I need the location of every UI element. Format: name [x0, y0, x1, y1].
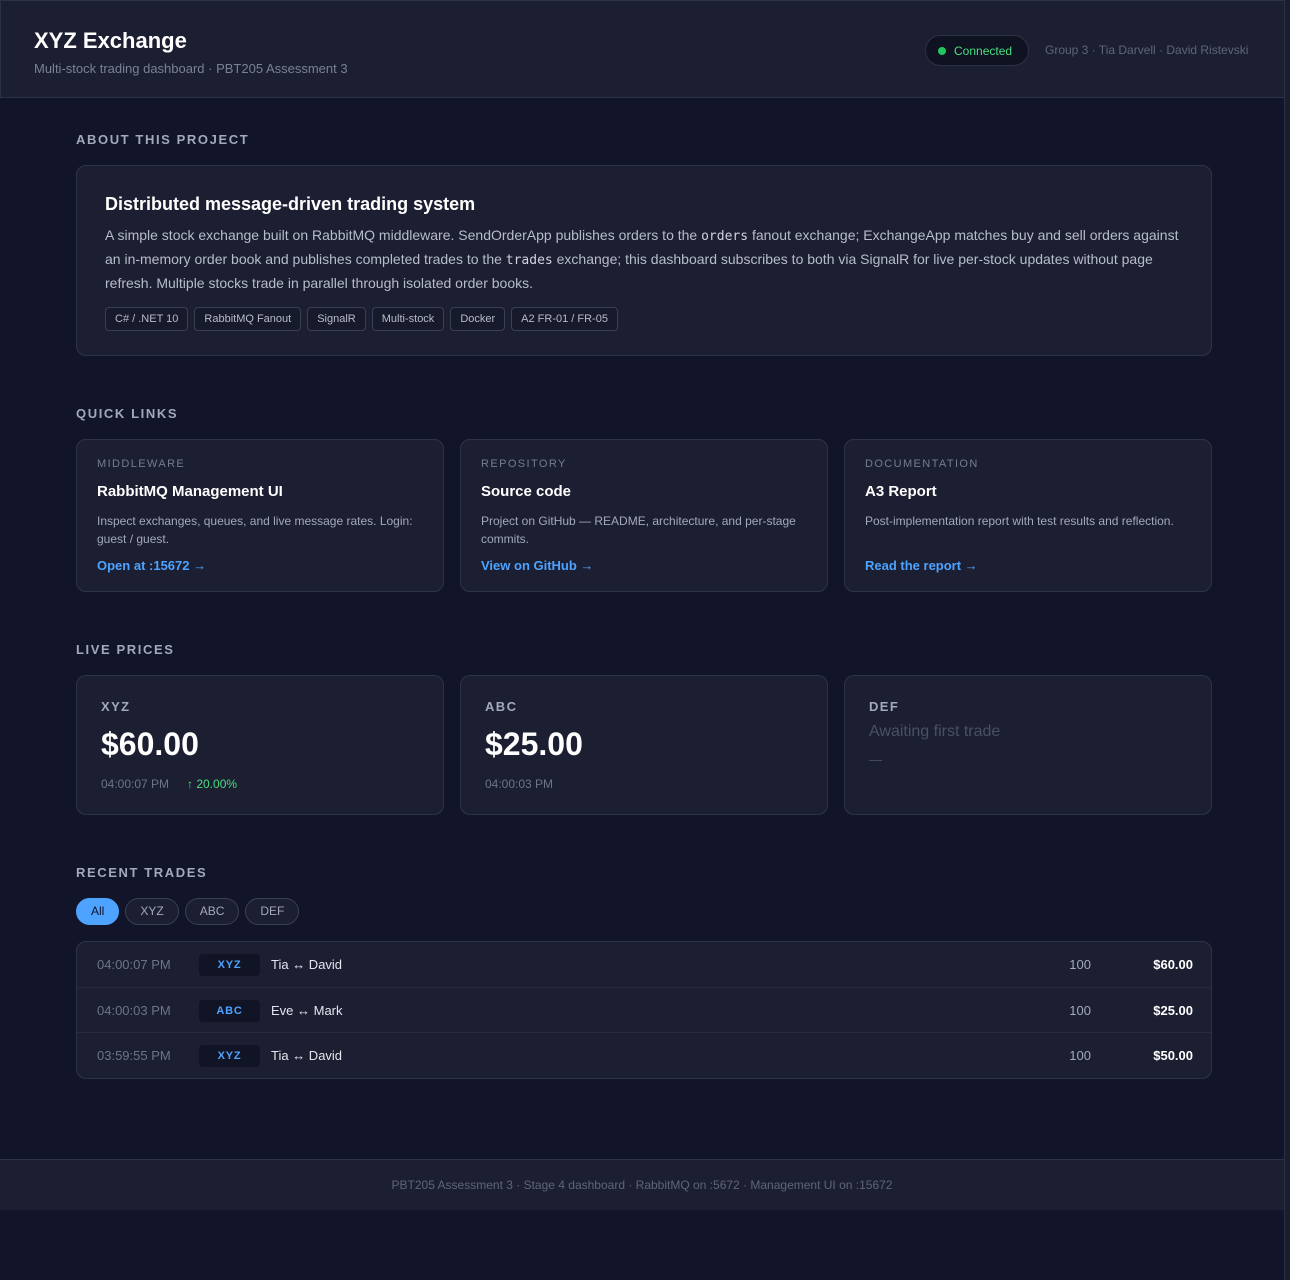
price-placeholder: —: [869, 752, 882, 767]
quick-link-card-report: DOCUMENTATION A3 Report Post-implementat…: [844, 439, 1212, 592]
trade-price: $50.00: [1153, 1048, 1193, 1063]
quick-link-title: A3 Report: [865, 483, 937, 500]
live-prices-section-label: LIVE PRICES: [76, 642, 175, 657]
table-row: 04:00:07 PM XYZ Tia ↔ David 100 $60.00: [77, 942, 1211, 988]
quick-link-kicker: DOCUMENTATION: [865, 458, 979, 470]
group-members: Group 3 · Tia Darvell · David Ristevski: [1045, 43, 1249, 57]
tag: RabbitMQ Fanout: [194, 307, 302, 331]
price-symbol: XYZ: [101, 699, 131, 714]
trade-quantity: 100: [1069, 1048, 1091, 1063]
quick-link-title: RabbitMQ Management UI: [97, 483, 283, 500]
filter-chip-def[interactable]: DEF: [245, 898, 300, 925]
filter-chip-abc[interactable]: ABC: [184, 898, 240, 925]
connection-status-text: Connected: [954, 43, 1013, 58]
price-card-def: DEF Awaiting first trade —: [844, 675, 1212, 815]
table-row: 04:00:03 PM ABC Eve ↔ Mark 100 $25.00: [77, 987, 1211, 1033]
quick-link-kicker: REPOSITORY: [481, 458, 567, 470]
tag: SignalR: [307, 307, 366, 331]
price-timestamp: 04:00:03 PM: [485, 777, 554, 791]
trade-parties: Tia ↔ David: [271, 1048, 343, 1063]
about-title: Distributed message-driven trading syste…: [105, 194, 476, 214]
quick-links-section-label: QUICK LINKS: [76, 406, 179, 421]
open-rabbitmq-link[interactable]: Open at :15672 →: [97, 558, 206, 573]
read-report-link[interactable]: Read the report →: [865, 558, 978, 573]
filter-chip-all[interactable]: All: [76, 898, 120, 925]
trade-quantity: 100: [1069, 957, 1091, 972]
quick-link-description: Project on GitHub — README, architecture…: [481, 514, 796, 546]
price-symbol: ABC: [485, 699, 518, 714]
about-section-label: ABOUT THIS PROJECT: [76, 132, 250, 147]
symbol-badge: ABC: [199, 1000, 260, 1022]
app-subtitle: Multi-stock trading dashboard · PBT205 A…: [34, 61, 348, 76]
code-trades: trades: [505, 253, 553, 268]
price-timestamp: 04:00:07 PM: [101, 777, 170, 791]
trade-time: 03:59:55 PM: [97, 1048, 171, 1063]
tag: C# / .NET 10: [105, 307, 189, 331]
quick-link-title: Source code: [481, 483, 572, 500]
trade-parties: Tia ↔ David: [271, 957, 343, 972]
price-value: $60.00: [101, 726, 199, 762]
view-github-link[interactable]: View on GitHub →: [481, 558, 593, 573]
filter-chip-xyz[interactable]: XYZ: [125, 898, 179, 925]
awaiting-trade-text: Awaiting first trade: [869, 723, 1001, 740]
tag: A2 FR-01 / FR-05: [511, 307, 618, 331]
recent-trades-section-label: RECENT TRADES: [76, 865, 208, 880]
about-description: A simple stock exchange built on RabbitM…: [105, 227, 1179, 291]
trades-table: 04:00:07 PM XYZ Tia ↔ David 100 $60.00 0…: [76, 941, 1212, 1079]
quick-link-card-rabbitmq: MIDDLEWARE RabbitMQ Management UI Inspec…: [76, 439, 444, 592]
quick-link-description: Inspect exchanges, queues, and live mess…: [97, 514, 413, 546]
code-orders: orders: [701, 229, 749, 244]
trade-quantity: 100: [1069, 1003, 1091, 1018]
app-title: XYZ Exchange: [34, 28, 187, 53]
trade-price: $60.00: [1153, 957, 1193, 972]
app-header: XYZ Exchange Multi-stock trading dashboa…: [0, 0, 1284, 98]
symbol-badge: XYZ: [199, 1045, 260, 1067]
table-row: 03:59:55 PM XYZ Tia ↔ David 100 $50.00: [77, 1032, 1211, 1078]
trade-time: 04:00:07 PM: [97, 957, 171, 972]
price-value: $25.00: [485, 726, 583, 762]
tag: Docker: [450, 307, 506, 331]
trade-price: $25.00: [1153, 1003, 1193, 1018]
price-card-xyz: XYZ $60.00 04:00:07 PM ↑ 20.00%: [76, 675, 444, 815]
trade-parties: Eve ↔ Mark: [271, 1003, 343, 1018]
price-card-abc: ABC $25.00 04:00:03 PM: [460, 675, 828, 815]
about-card: Distributed message-driven trading syste…: [76, 165, 1212, 356]
quick-link-kicker: MIDDLEWARE: [97, 458, 186, 470]
window-edge: [1284, 0, 1290, 1280]
page-footer: PBT205 Assessment 3 · Stage 4 dashboard …: [0, 1159, 1284, 1210]
tag: Multi-stock: [371, 307, 445, 331]
price-symbol: DEF: [869, 699, 900, 714]
connection-status-badge: Connected: [925, 35, 1029, 66]
trade-time: 04:00:03 PM: [97, 1003, 171, 1018]
quick-link-card-repository: REPOSITORY Source code Project on GitHub…: [460, 439, 828, 592]
tech-tags: C# / .NET 10 RabbitMQ Fanout SignalR Mul…: [105, 307, 618, 331]
trade-filter-group: All XYZ ABC DEF: [76, 898, 300, 925]
quick-link-description: Post-implementation report with test res…: [865, 514, 1174, 528]
status-dot-icon: [938, 46, 946, 55]
price-change: ↑ 20.00%: [187, 777, 238, 791]
symbol-badge: XYZ: [199, 954, 260, 976]
